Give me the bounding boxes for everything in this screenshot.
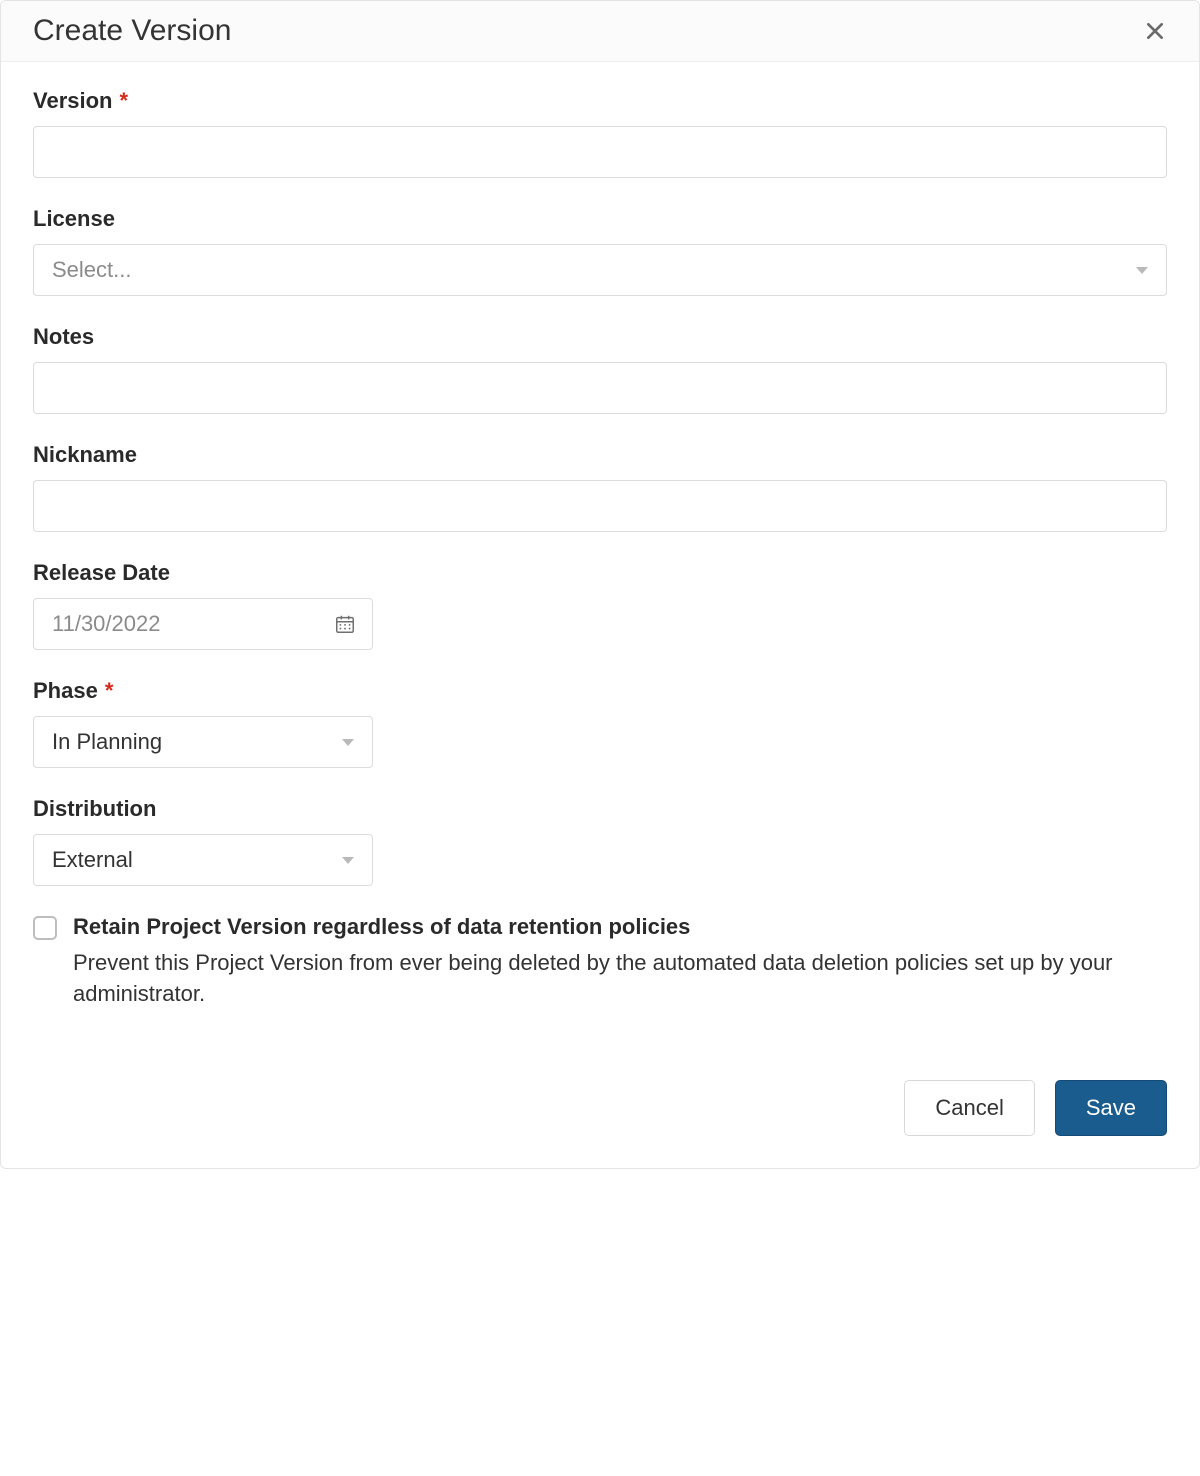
phase-label-text: Phase bbox=[33, 678, 98, 704]
version-label-text: Version bbox=[33, 88, 112, 114]
save-button[interactable]: Save bbox=[1055, 1080, 1167, 1136]
retain-checkbox[interactable] bbox=[33, 916, 57, 940]
dialog-header: Create Version bbox=[1, 1, 1199, 62]
retain-title: Retain Project Version regardless of dat… bbox=[73, 914, 1167, 940]
retain-description: Prevent this Project Version from ever b… bbox=[73, 948, 1167, 1010]
close-button[interactable] bbox=[1137, 13, 1173, 49]
release-date-placeholder: 11/30/2022 bbox=[52, 611, 160, 637]
chevron-down-icon bbox=[1136, 267, 1148, 274]
release-date-label: Release Date bbox=[33, 560, 1167, 586]
release-date-label-text: Release Date bbox=[33, 560, 170, 586]
release-date-input[interactable]: 11/30/2022 bbox=[33, 598, 373, 650]
license-select-placeholder: Select... bbox=[52, 257, 131, 283]
phase-select[interactable]: In Planning bbox=[33, 716, 373, 768]
field-release-date: Release Date 11/30/2022 bbox=[33, 560, 1167, 650]
retain-text-col: Retain Project Version regardless of dat… bbox=[73, 914, 1167, 1010]
version-input[interactable] bbox=[33, 126, 1167, 178]
notes-input[interactable] bbox=[33, 362, 1167, 414]
field-notes: Notes bbox=[33, 324, 1167, 414]
required-star-icon: * bbox=[119, 88, 128, 114]
field-distribution: Distribution External bbox=[33, 796, 1167, 886]
license-select[interactable]: Select... bbox=[33, 244, 1167, 296]
close-icon bbox=[1145, 21, 1165, 41]
nickname-label-text: Nickname bbox=[33, 442, 137, 468]
license-label-text: License bbox=[33, 206, 115, 232]
field-license: License Select... bbox=[33, 206, 1167, 296]
notes-label: Notes bbox=[33, 324, 1167, 350]
version-label: Version * bbox=[33, 88, 1167, 114]
nickname-label: Nickname bbox=[33, 442, 1167, 468]
distribution-label: Distribution bbox=[33, 796, 1167, 822]
create-version-dialog: Create Version Version * License Select.… bbox=[0, 0, 1200, 1169]
phase-label: Phase * bbox=[33, 678, 1167, 704]
retain-checkbox-row: Retain Project Version regardless of dat… bbox=[33, 914, 1167, 1010]
nickname-input[interactable] bbox=[33, 480, 1167, 532]
distribution-select-value: External bbox=[52, 847, 133, 873]
field-nickname: Nickname bbox=[33, 442, 1167, 532]
cancel-button[interactable]: Cancel bbox=[904, 1080, 1034, 1136]
calendar-icon bbox=[334, 613, 356, 635]
chevron-down-icon bbox=[342, 857, 354, 864]
distribution-label-text: Distribution bbox=[33, 796, 156, 822]
dialog-body: Version * License Select... Notes bbox=[1, 62, 1199, 1020]
phase-select-value: In Planning bbox=[52, 729, 162, 755]
field-phase: Phase * In Planning bbox=[33, 678, 1167, 768]
dialog-footer: Cancel Save bbox=[1, 1020, 1199, 1168]
license-label: License bbox=[33, 206, 1167, 232]
required-star-icon: * bbox=[105, 678, 114, 704]
notes-label-text: Notes bbox=[33, 324, 94, 350]
distribution-select[interactable]: External bbox=[33, 834, 373, 886]
field-version: Version * bbox=[33, 88, 1167, 178]
dialog-title: Create Version bbox=[33, 14, 231, 48]
chevron-down-icon bbox=[342, 739, 354, 746]
